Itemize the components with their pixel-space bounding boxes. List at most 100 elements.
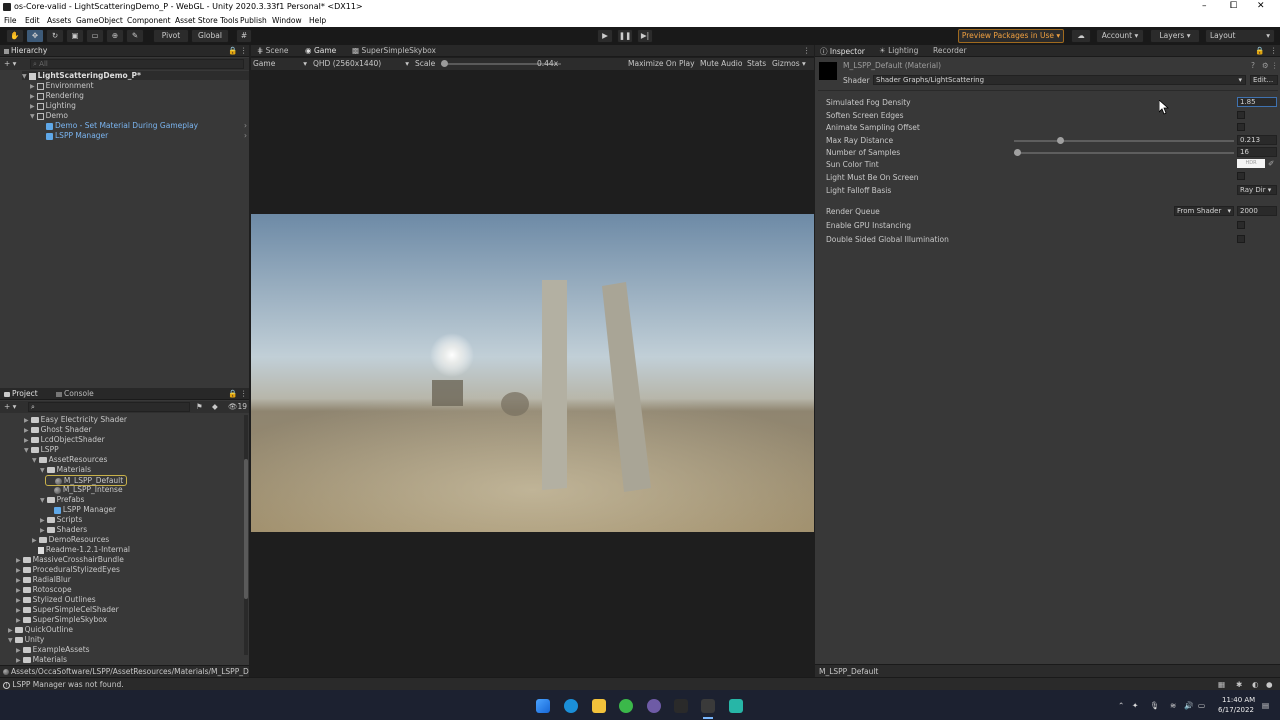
clock-time[interactable]: 11:40 AM xyxy=(1222,696,1255,704)
project-item[interactable]: ▶ RadialBlur xyxy=(16,575,71,584)
grid-snap-icon[interactable]: # xyxy=(236,29,252,43)
eyedropper-icon[interactable]: ✐ xyxy=(1268,159,1274,168)
tab-game[interactable]: ◉ Game xyxy=(305,46,336,55)
project-item[interactable]: ▼ Prefabs xyxy=(40,495,84,504)
maximize-button[interactable]: ⧠ xyxy=(1230,1,1237,11)
expand-arrow-icon[interactable]: ▼ xyxy=(32,457,37,464)
unity-editor-icon[interactable] xyxy=(701,699,715,713)
account-dropdown[interactable]: Account ▾ xyxy=(1096,29,1144,43)
expand-arrow-icon[interactable]: ▼ xyxy=(40,467,45,474)
number-of-samples-input[interactable]: 16 xyxy=(1237,147,1277,157)
scene-root[interactable]: ▼ LightScatteringDemo_P* xyxy=(22,71,249,80)
chevron-right-icon[interactable]: › xyxy=(244,131,247,140)
project-item[interactable]: ▶ ProceduralStylizedEyes xyxy=(16,565,120,574)
expand-arrow-icon[interactable]: ▶ xyxy=(16,617,21,624)
panel-menu-icon[interactable]: ⋮ xyxy=(1270,46,1278,55)
simulated-fog-density-input[interactable]: 1.85 xyxy=(1237,97,1277,107)
menu-help[interactable]: Help xyxy=(309,16,326,25)
add-object-button[interactable]: + ▾ xyxy=(4,59,16,68)
double-sided-gi-checkbox[interactable] xyxy=(1237,235,1245,243)
panel-menu-icon[interactable]: ⋮ xyxy=(240,46,248,55)
max-ray-distance-slider[interactable] xyxy=(1014,137,1234,144)
edge-browser-icon[interactable] xyxy=(564,699,578,713)
project-item[interactable]: ▶ Shaders xyxy=(40,525,87,534)
expand-arrow-icon[interactable]: ▶ xyxy=(24,437,29,444)
project-item[interactable]: Readme-1.2.1-Internal xyxy=(32,545,130,554)
project-item[interactable]: ▼ Unity xyxy=(8,635,44,644)
pause-button[interactable]: ❚❚ xyxy=(617,29,633,43)
shader-dropdown[interactable]: Shader Graphs/LightScattering ▾ xyxy=(873,75,1246,85)
custom-tool-icon[interactable]: ✎ xyxy=(126,29,144,43)
project-item[interactable]: ▶ MassiveCrosshairBundle xyxy=(16,555,124,564)
transform-tool-icon[interactable]: ⊕ xyxy=(106,29,124,43)
panel-menu-icon[interactable]: ⋮ xyxy=(803,46,811,55)
expand-arrow-icon[interactable]: ▶ xyxy=(40,527,45,534)
tab-inspector[interactable]: ⓘ Inspector xyxy=(820,46,865,57)
component-menu-icon[interactable]: ⋮ xyxy=(1271,61,1279,70)
lock-icon[interactable]: 🔒 xyxy=(228,389,237,398)
debug-icon[interactable]: ✱ xyxy=(1236,680,1242,689)
display-dropdown[interactable]: Game ▾ xyxy=(253,59,307,68)
resolution-dropdown[interactable]: QHD (2560x1440) ▾ xyxy=(313,59,409,68)
expand-arrow-icon[interactable]: ▶ xyxy=(16,657,21,664)
render-queue-mode-dropdown[interactable]: From Shader ▾ xyxy=(1174,206,1234,216)
close-button[interactable]: ✕ xyxy=(1257,1,1265,11)
light-falloff-basis-dropdown[interactable]: Ray Dir ▾ xyxy=(1237,185,1277,195)
hierarchy-item[interactable]: ▶ Rendering xyxy=(30,91,84,100)
menu-edit[interactable]: Edit xyxy=(25,16,40,25)
menu-component[interactable]: Component xyxy=(127,16,171,25)
project-scrollbar[interactable] xyxy=(244,415,248,655)
status-message[interactable]: ! LSPP Manager was not found. xyxy=(3,680,124,689)
tab-supersimpleskybox[interactable]: ▩ SuperSimpleSkybox xyxy=(352,46,436,55)
menu-asset-store-tools[interactable]: Asset Store Tools xyxy=(175,16,239,25)
scale-tool-icon[interactable]: ▣ xyxy=(66,29,84,43)
expand-arrow-icon[interactable]: ▶ xyxy=(24,417,29,424)
global-toggle[interactable]: Global xyxy=(191,29,229,43)
panel-menu-icon[interactable]: ⋮ xyxy=(240,389,248,398)
layers-dropdown[interactable]: Layers ▾ xyxy=(1150,29,1200,43)
filter-label-icon[interactable]: ◆ xyxy=(212,402,218,411)
project-item[interactable]: ▶ SuperSimpleCelShader xyxy=(16,605,119,614)
max-ray-distance-thumb[interactable] xyxy=(1056,137,1064,144)
project-item[interactable]: ▶ SuperSimpleSkybox xyxy=(16,615,107,624)
hierarchy-item[interactable]: LSPP Manager › xyxy=(46,131,249,140)
expand-arrow-icon[interactable]: ▶ xyxy=(16,577,21,584)
battery-icon[interactable]: ▭ xyxy=(1198,701,1205,710)
pivot-toggle[interactable]: Pivot xyxy=(153,29,189,43)
filter-type-icon[interactable]: ⚑ xyxy=(196,402,203,411)
expand-arrow-icon[interactable]: ▶ xyxy=(16,607,21,614)
move-tool-icon[interactable]: ✥ xyxy=(26,29,44,43)
menu-publish[interactable]: Publish xyxy=(240,16,267,25)
mute-audio-toggle[interactable]: Mute Audio xyxy=(700,59,742,68)
project-item[interactable]: ▶ Rotoscope xyxy=(16,585,72,594)
tab-recorder[interactable]: Recorder xyxy=(933,46,967,55)
chevron-right-icon[interactable]: › xyxy=(244,121,247,130)
expand-arrow-icon[interactable]: ▶ xyxy=(40,517,45,524)
tray-overflow-icon[interactable]: ⌃ xyxy=(1118,701,1124,710)
expand-arrow-icon[interactable]: ▶ xyxy=(32,537,37,544)
project-item[interactable]: ▼ AssetResources xyxy=(32,455,107,464)
rect-tool-icon[interactable]: ▭ xyxy=(86,29,104,43)
sun-color-swatch[interactable]: HDR xyxy=(1237,159,1265,168)
file-explorer-icon[interactable] xyxy=(592,699,606,713)
stats-toggle[interactable]: Stats xyxy=(747,59,766,68)
app-icon[interactable] xyxy=(729,699,743,713)
mic-icon[interactable]: 🎙 xyxy=(1150,701,1160,710)
render-queue-input[interactable]: 2000 xyxy=(1237,206,1277,216)
gpu-instancing-checkbox[interactable] xyxy=(1237,221,1245,229)
project-item[interactable]: M_LSPP_Intense xyxy=(48,485,123,494)
tab-scene[interactable]: ⋕ Scene xyxy=(257,46,289,55)
scale-slider-thumb[interactable] xyxy=(441,60,448,67)
light-must-be-on-screen-checkbox[interactable] xyxy=(1237,172,1245,180)
expand-arrow-icon[interactable]: ▶ xyxy=(16,567,21,574)
project-item[interactable]: ▶ ExampleAssets xyxy=(16,645,90,654)
help-icon[interactable]: ? xyxy=(1251,61,1255,70)
number-of-samples-slider[interactable] xyxy=(1014,149,1234,156)
project-item[interactable]: ▶ Easy Electricity Shader xyxy=(24,415,127,424)
menu-file[interactable]: File xyxy=(4,16,17,25)
project-item[interactable]: ▶ Scripts xyxy=(40,515,82,524)
duolingo-icon[interactable] xyxy=(619,699,633,713)
project-item[interactable]: ▶ Ghost Shader xyxy=(24,425,92,434)
project-search-input[interactable]: ⌕ xyxy=(28,402,190,412)
notifications-icon[interactable]: ▤ xyxy=(1262,701,1269,710)
